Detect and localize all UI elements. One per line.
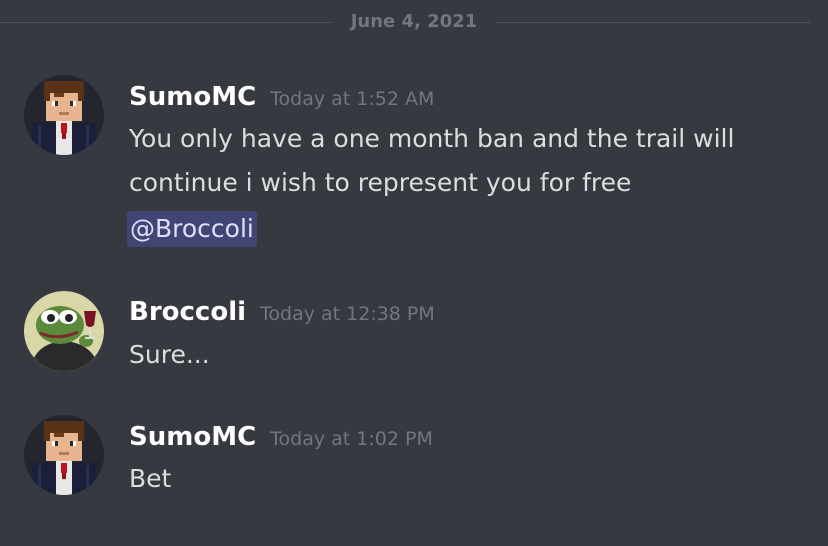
user-avatar-sumomc[interactable]	[24, 75, 104, 155]
message-header: SumoMC Today at 1:52 AM	[129, 82, 434, 114]
date-label: June 4, 2021	[350, 11, 478, 32]
user-avatar-sumomc[interactable]	[24, 415, 104, 495]
message-header: Broccoli Today at 12:38 PM	[129, 297, 435, 329]
message-header: SumoMC Today at 1:02 PM	[129, 422, 433, 454]
username[interactable]: Broccoli	[129, 297, 246, 327]
user-mention[interactable]: @Broccoli	[127, 211, 257, 247]
divider-line	[496, 22, 810, 23]
pepe-wine-avatar-icon	[24, 291, 104, 371]
divider-line	[0, 22, 332, 23]
message-content: You only have a one month ban and the tr…	[129, 124, 735, 197]
user-avatar-broccoli[interactable]	[24, 291, 104, 371]
timestamp: Today at 1:52 AM	[270, 88, 435, 110]
username[interactable]: SumoMC	[129, 422, 256, 452]
message-content: Bet	[129, 464, 172, 493]
username[interactable]: SumoMC	[129, 82, 256, 112]
timestamp: Today at 12:38 PM	[260, 303, 435, 325]
timestamp: Today at 1:02 PM	[270, 428, 433, 450]
date-divider: June 4, 2021	[0, 11, 828, 32]
minecraft-skin-avatar-icon	[24, 75, 104, 155]
minecraft-skin-avatar-icon	[24, 415, 104, 495]
chat-messages: June 4, 2021 SumoMC Today at 1:52 AM You…	[0, 0, 828, 546]
message-content: Sure...	[129, 340, 210, 369]
